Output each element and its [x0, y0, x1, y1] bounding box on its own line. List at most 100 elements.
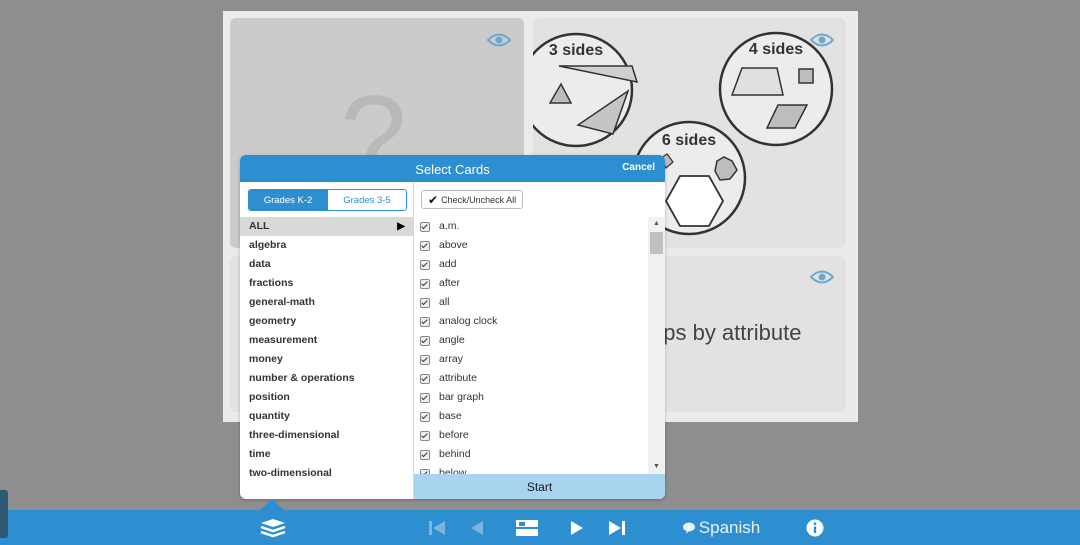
info-button[interactable]: [803, 510, 827, 545]
skip-last-icon: [609, 520, 625, 535]
next-card-button[interactable]: [566, 510, 588, 545]
item-checkbox[interactable]: [420, 240, 430, 251]
item-checkbox[interactable]: [420, 430, 430, 441]
dialog-pointer: [260, 499, 284, 510]
category-item[interactable]: three-dimensional: [240, 426, 413, 445]
item-label: add: [439, 258, 457, 270]
item-label: a.m.: [439, 220, 460, 232]
category-label: ALL: [249, 220, 270, 232]
bottom-toolbar: Spanish: [0, 510, 1080, 545]
cancel-button[interactable]: Cancel: [622, 162, 655, 173]
card-item: array: [414, 350, 648, 369]
scroll-thumb[interactable]: [650, 232, 663, 254]
category-list: ALL ▶ algebra data fractions general-math…: [240, 217, 413, 483]
category-item[interactable]: data: [240, 255, 413, 274]
side-handle[interactable]: [0, 490, 8, 538]
label-4-sides: 4 sides: [749, 41, 803, 58]
label-3-sides: 3 sides: [549, 42, 603, 59]
item-label: bar graph: [439, 391, 484, 403]
grade-tabs: Grades K-2 Grades 3-5: [248, 189, 407, 211]
language-label: Spanish: [698, 517, 761, 537]
previous-icon: [471, 520, 483, 535]
category-item[interactable]: quantity: [240, 407, 413, 426]
item-label: above: [439, 239, 468, 251]
category-item[interactable]: measurement: [240, 331, 413, 350]
card-item: bar graph: [414, 388, 648, 407]
next-icon: [571, 520, 583, 535]
dialog-title: Select Cards: [415, 162, 490, 177]
item-label: angle: [439, 334, 465, 346]
skip-first-icon: [429, 520, 445, 535]
item-checkbox[interactable]: [420, 335, 430, 346]
category-item[interactable]: number & operations: [240, 369, 413, 388]
item-checkbox[interactable]: [420, 316, 430, 327]
card-item: below: [414, 464, 648, 474]
select-cards-dialog: Select Cards Cancel Grades K-2 Grades 3-…: [240, 155, 665, 499]
item-checkbox[interactable]: [420, 449, 430, 460]
last-card-button[interactable]: [605, 510, 629, 545]
item-checkbox[interactable]: [420, 221, 430, 232]
card-item-list: a.m. above add after all analog clock an…: [414, 217, 648, 474]
eye-icon[interactable]: [810, 269, 834, 285]
eye-icon[interactable]: [487, 32, 511, 48]
language-toggle[interactable]: Spanish: [676, 510, 766, 545]
info-icon: [806, 519, 824, 536]
category-item[interactable]: time: [240, 445, 413, 464]
triangle-right-icon: ▶: [397, 221, 405, 232]
start-button[interactable]: Start: [414, 474, 665, 499]
check-uncheck-all-button[interactable]: ✔ Check/Uncheck All: [421, 190, 524, 209]
label-6-sides: 6 sides: [662, 132, 716, 149]
scroll-up-arrow-icon[interactable]: ▲: [648, 217, 665, 231]
speech-bubble-icon: [682, 522, 695, 534]
category-item[interactable]: geometry: [240, 312, 413, 331]
first-card-button[interactable]: [425, 510, 449, 545]
eye-icon[interactable]: [810, 32, 834, 48]
category-item-all[interactable]: ALL ▶: [240, 217, 413, 236]
card-item: attribute: [414, 369, 648, 388]
card-item: add: [414, 255, 648, 274]
item-checkbox[interactable]: [420, 278, 430, 289]
item-checkbox[interactable]: [420, 392, 430, 403]
item-label: base: [439, 410, 462, 422]
category-item[interactable]: algebra: [240, 236, 413, 255]
category-item[interactable]: general-math: [240, 293, 413, 312]
category-item[interactable]: position: [240, 388, 413, 407]
category-item[interactable]: money: [240, 350, 413, 369]
item-checkbox[interactable]: [420, 297, 430, 308]
definition-text: ups by attribute: [651, 320, 802, 345]
card-item: base: [414, 407, 648, 426]
card-item: after: [414, 274, 648, 293]
check-all-label: Check/Uncheck All: [441, 194, 517, 205]
item-checkbox[interactable]: [420, 354, 430, 365]
tab-grades-k-2[interactable]: Grades K-2: [249, 190, 327, 210]
tab-grades-3-5[interactable]: Grades 3-5: [327, 190, 406, 210]
previous-card-button[interactable]: [466, 510, 488, 545]
item-label: after: [439, 277, 461, 289]
card-item: angle: [414, 331, 648, 350]
item-label: analog clock: [439, 315, 498, 327]
item-label: attribute: [439, 372, 477, 384]
category-item[interactable]: fractions: [240, 274, 413, 293]
item-label: behind: [439, 448, 471, 460]
item-checkbox[interactable]: [420, 411, 430, 422]
card-item: all: [414, 293, 648, 312]
dialog-header: Select Cards Cancel: [240, 155, 665, 182]
card-item: analog clock: [414, 312, 648, 331]
item-checkbox[interactable]: [420, 373, 430, 384]
checkmark-icon: ✔: [428, 192, 439, 207]
item-label: array: [439, 353, 463, 365]
item-label: below: [439, 467, 467, 474]
scroll-down-arrow-icon[interactable]: ▼: [648, 460, 665, 474]
card-item: a.m.: [414, 217, 648, 236]
card-stack-button[interactable]: [258, 510, 288, 545]
layers-icon: [260, 518, 286, 537]
item-label: all: [439, 296, 450, 308]
item-list-scrollbar[interactable]: ▲ ▼: [648, 217, 665, 474]
card-item: above: [414, 236, 648, 255]
item-checkbox[interactable]: [420, 259, 430, 270]
category-item[interactable]: two-dimensional: [240, 464, 413, 483]
item-label: before: [439, 429, 469, 441]
shuffle-cards-button[interactable]: [513, 510, 541, 545]
card-item: behind: [414, 445, 648, 464]
card-item: before: [414, 426, 648, 445]
